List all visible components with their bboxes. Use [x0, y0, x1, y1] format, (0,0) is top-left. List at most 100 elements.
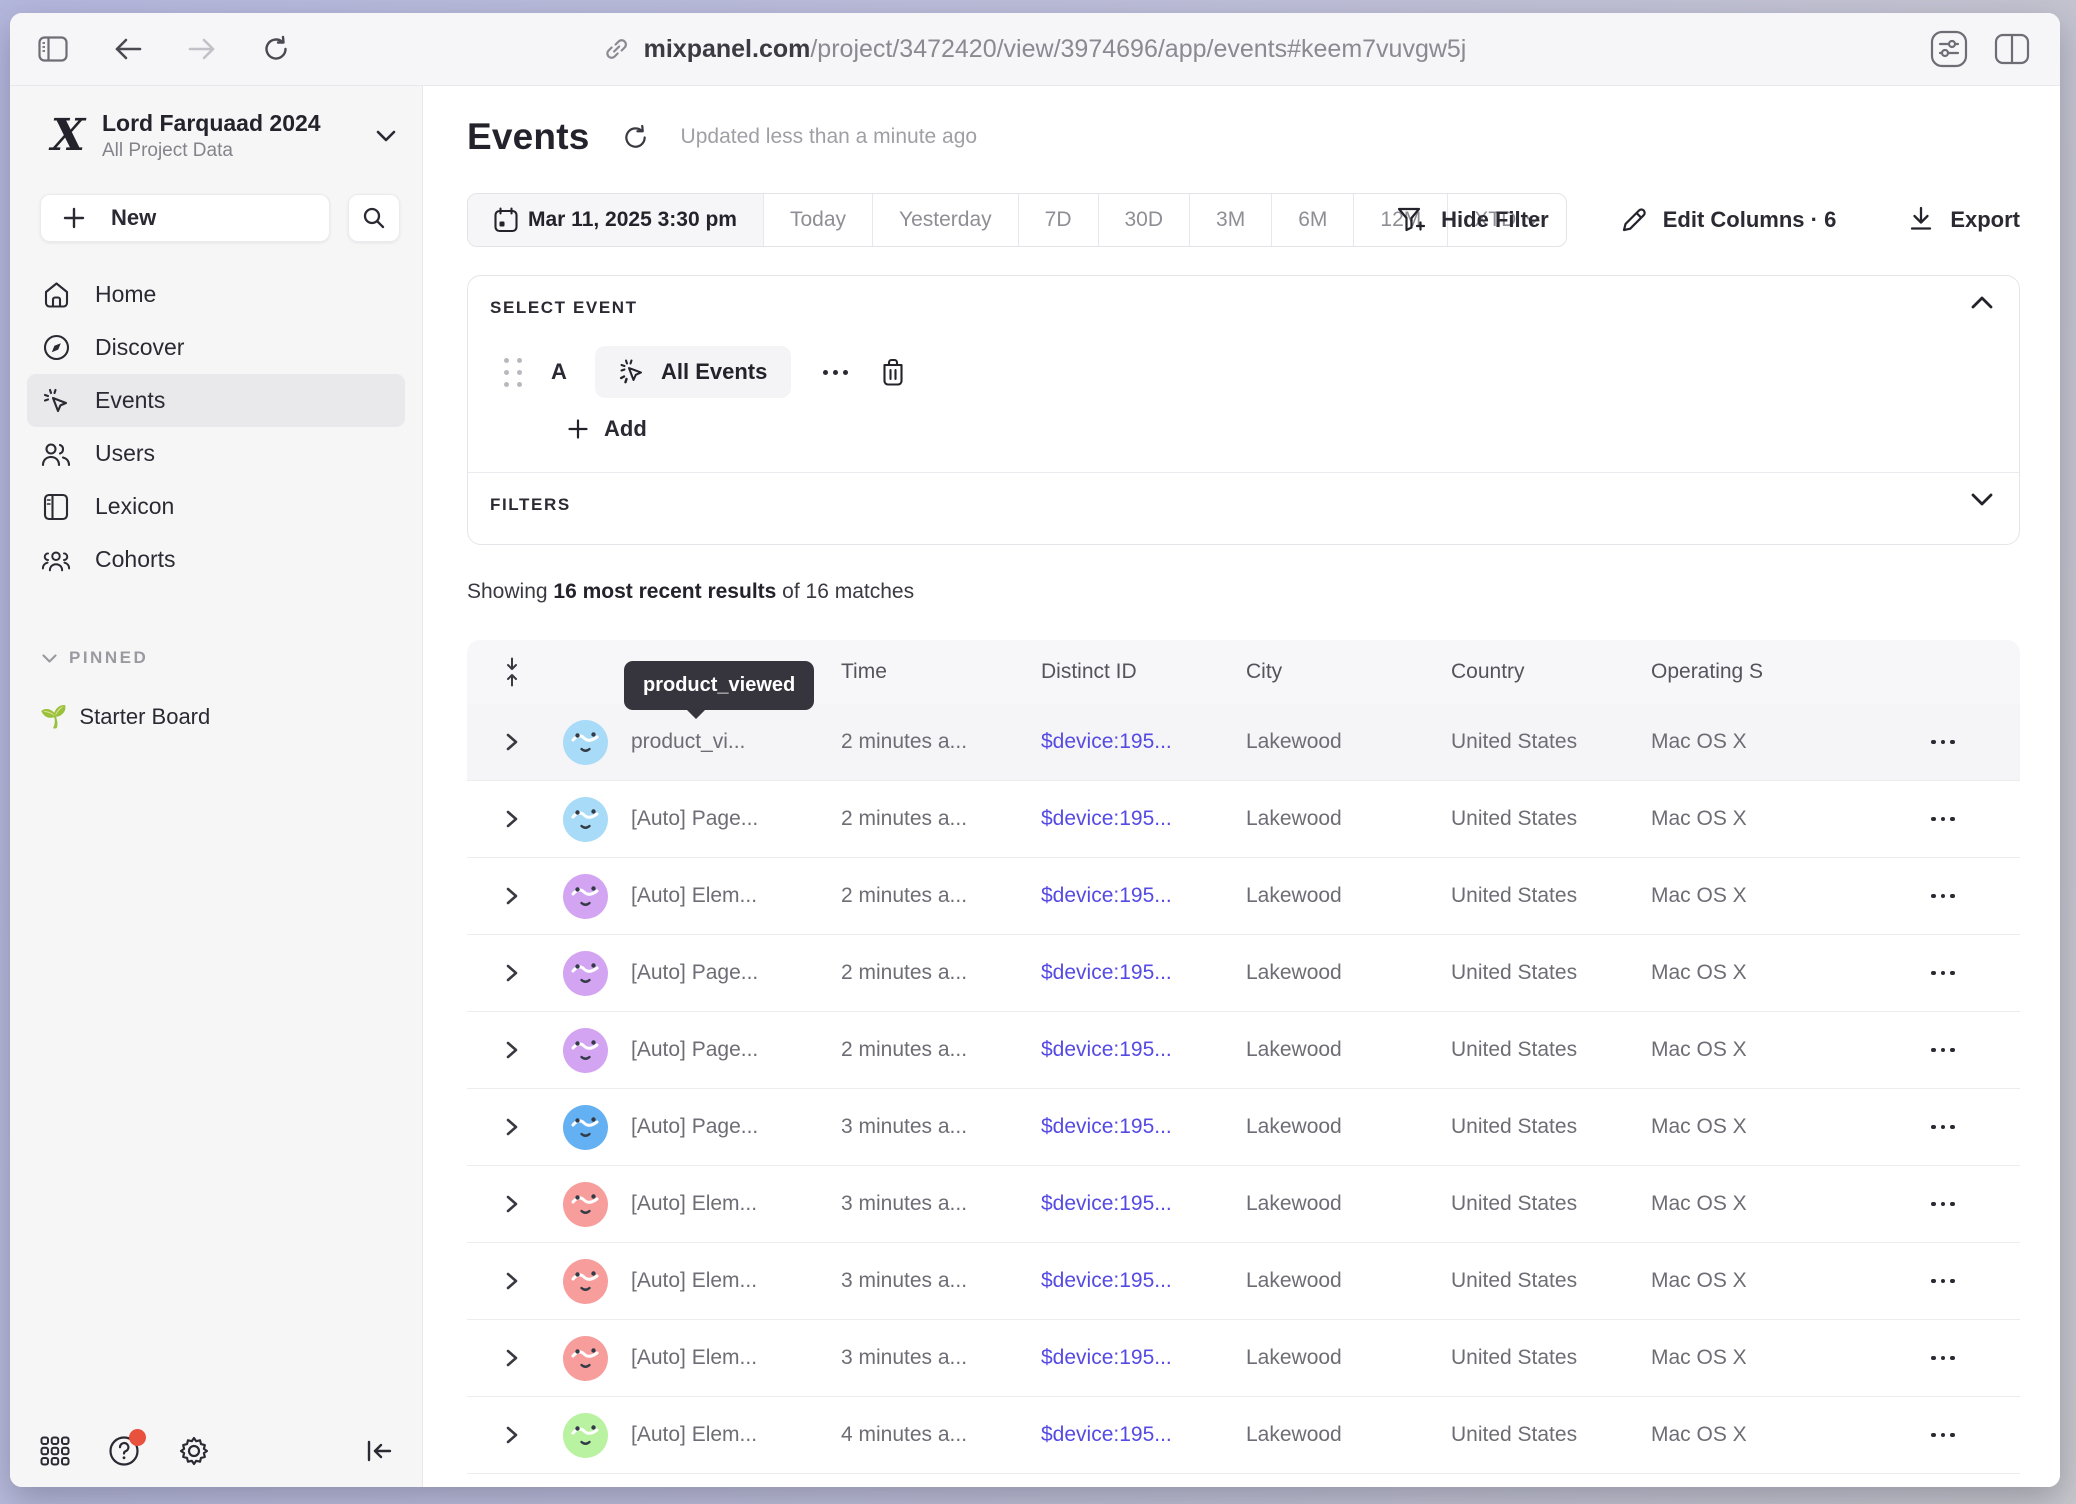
help-button[interactable]: [108, 1435, 140, 1467]
table-row[interactable]: [Auto] Elem...3 minutes a...$device:195.…: [467, 1243, 2020, 1320]
distinct-id-link[interactable]: $device:195...: [1031, 1038, 1236, 1062]
add-event-button[interactable]: Add: [568, 416, 647, 442]
table-row[interactable]: [Auto] Page...2 minutes a...$device:195.…: [467, 1012, 2020, 1089]
row-expand-icon[interactable]: [467, 732, 557, 752]
url-bar[interactable]: mixpanel.com/project/3472420/view/397469…: [604, 13, 1467, 85]
export-button[interactable]: Export: [1908, 206, 2020, 234]
col-header-time[interactable]: Time: [831, 660, 1031, 684]
distinct-id-link[interactable]: $device:195...: [1031, 1346, 1236, 1370]
table-row[interactable]: [Auto] Page...3 minutes a...$device:195.…: [467, 1089, 2020, 1166]
range-6m[interactable]: 6M: [1271, 194, 1353, 246]
row-expand-icon[interactable]: [467, 886, 557, 906]
edit-columns-button[interactable]: Edit Columns · 6: [1621, 207, 1837, 233]
distinct-id-link[interactable]: $device:195...: [1031, 884, 1236, 908]
reload-button-icon[interactable]: [262, 35, 290, 63]
mixpanel-logo: X: [46, 113, 88, 159]
row-menu-button[interactable]: [1931, 1048, 1955, 1053]
sidebar-item-home[interactable]: Home: [27, 268, 405, 321]
hide-filter-button[interactable]: Hide Filter: [1397, 206, 1549, 234]
range-label: Today: [790, 208, 846, 232]
distinct-id-link[interactable]: $device:195...: [1031, 1269, 1236, 1293]
row-expand-icon[interactable]: [467, 1040, 557, 1060]
row-expand-icon[interactable]: [467, 1271, 557, 1291]
range-7d[interactable]: 7D: [1018, 194, 1098, 246]
col-header-country[interactable]: Country: [1441, 660, 1641, 684]
range-yesterday[interactable]: Yesterday: [872, 194, 1018, 246]
distinct-id-link[interactable]: $device:195...: [1031, 1423, 1236, 1447]
row-menu-button[interactable]: [1931, 1433, 1955, 1438]
sidebar-item-starter-board[interactable]: 🌱 Starter Board: [40, 704, 422, 730]
project-switcher[interactable]: X Lord Farquaad 2024 All Project Data: [10, 105, 422, 167]
trash-icon[interactable]: [880, 358, 906, 386]
distinct-id-link[interactable]: $device:195...: [1031, 807, 1236, 831]
table-row[interactable]: [Auto] Elem...3 minutes a...$device:195.…: [467, 1320, 2020, 1397]
os-cell: Mac OS X: [1641, 1038, 1866, 1062]
range-3m[interactable]: 3M: [1189, 194, 1271, 246]
settings-gear-icon[interactable]: [178, 1435, 210, 1467]
row-expand-icon[interactable]: [467, 1348, 557, 1368]
time-cell: 2 minutes a...: [831, 730, 1031, 754]
row-menu-button[interactable]: [1931, 1279, 1955, 1284]
range-today[interactable]: Today: [763, 194, 872, 246]
sidebar-toggle-icon[interactable]: [38, 36, 68, 62]
table-row[interactable]: [Auto] Elem...4 minutes a...$device:195.…: [467, 1397, 2020, 1474]
row-menu-button[interactable]: [1931, 1202, 1955, 1207]
row-expand-icon[interactable]: [467, 963, 557, 983]
add-label: Add: [604, 416, 647, 442]
sidebar-item-lexicon[interactable]: Lexicon: [27, 480, 405, 533]
row-menu-button[interactable]: [1931, 740, 1955, 745]
collapse-section-icon[interactable]: [1971, 296, 1993, 309]
page-settings-icon[interactable]: [1930, 30, 1968, 68]
country-cell: United States: [1441, 1115, 1641, 1139]
apps-grid-icon[interactable]: [40, 1436, 70, 1466]
sort-icon[interactable]: [467, 657, 557, 687]
distinct-id-link[interactable]: $device:195...: [1031, 1115, 1236, 1139]
distinct-id-link[interactable]: $device:195...: [1031, 961, 1236, 985]
distinct-id-link[interactable]: $device:195...: [1031, 730, 1236, 754]
sidebar-item-events[interactable]: Events: [27, 374, 405, 427]
table-row[interactable]: [Auto] Page...2 minutes a...$device:195.…: [467, 781, 2020, 858]
table-row[interactable]: [Auto] Elem...2 minutes a...$device:195.…: [467, 858, 2020, 935]
range-label: 3M: [1216, 208, 1245, 232]
row-menu-button[interactable]: [1931, 1356, 1955, 1361]
event-name-cell: [Auto] Page...: [621, 1038, 831, 1062]
row-expand-icon[interactable]: [467, 1194, 557, 1214]
sidebar-item-cohorts[interactable]: Cohorts: [27, 533, 405, 586]
expand-filters-icon[interactable]: [1971, 493, 1993, 506]
search-button[interactable]: [348, 194, 400, 242]
row-expand-icon[interactable]: [467, 1425, 557, 1445]
table-row[interactable]: [Auto] Elem...3 minutes a...$device:195.…: [467, 1166, 2020, 1243]
row-expand-icon[interactable]: [467, 1117, 557, 1137]
forward-button-icon[interactable]: [188, 37, 216, 61]
time-cell: 3 minutes a...: [831, 1115, 1031, 1139]
col-header-os[interactable]: Operating S: [1641, 660, 1866, 684]
sidebar-item-discover[interactable]: Discover: [27, 321, 405, 374]
event-selector[interactable]: All Events: [595, 346, 791, 398]
col-header-city[interactable]: City: [1236, 660, 1441, 684]
table-row[interactable]: [467, 1474, 2020, 1487]
query-builder-card: SELECT EVENT A All Events: [467, 275, 2020, 545]
row-menu-button[interactable]: [1931, 971, 1955, 976]
col-header-distinct-id[interactable]: Distinct ID: [1031, 660, 1236, 684]
url-domain: mixpanel.com: [644, 35, 811, 63]
time-cell: 2 minutes a...: [831, 807, 1031, 831]
city-cell: Lakewood: [1236, 1192, 1441, 1216]
event-options-button[interactable]: [817, 364, 854, 381]
back-button-icon[interactable]: [114, 37, 142, 61]
date-picker[interactable]: Mar 11, 2025 3:30 pm: [468, 194, 763, 246]
sidebar-item-users[interactable]: Users: [27, 427, 405, 480]
refresh-icon[interactable]: [622, 124, 649, 151]
drag-handle[interactable]: [504, 358, 523, 387]
row-menu-button[interactable]: [1931, 1125, 1955, 1130]
event-name-cell: [Auto] Elem...: [621, 1192, 831, 1216]
table-row[interactable]: [Auto] Page...2 minutes a...$device:195.…: [467, 935, 2020, 1012]
new-button[interactable]: New: [40, 194, 330, 242]
row-menu-button[interactable]: [1931, 894, 1955, 899]
split-view-icon[interactable]: [1994, 33, 2030, 65]
collapse-sidebar-icon[interactable]: [366, 1439, 392, 1463]
row-menu-button[interactable]: [1931, 817, 1955, 822]
distinct-id-link[interactable]: $device:195...: [1031, 1192, 1236, 1216]
range-30d[interactable]: 30D: [1098, 194, 1190, 246]
row-expand-icon[interactable]: [467, 809, 557, 829]
pinned-section-header[interactable]: PINNED: [42, 648, 422, 668]
